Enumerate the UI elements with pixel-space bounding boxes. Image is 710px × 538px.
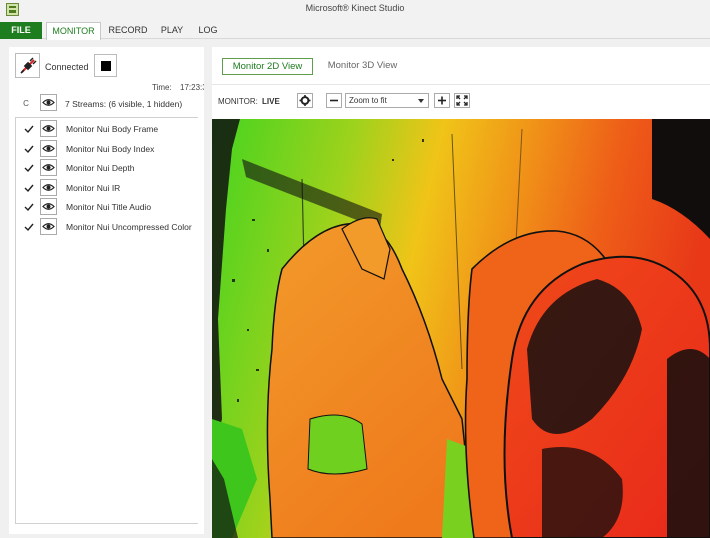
tab-monitor-3d-view[interactable]: Monitor 3D View bbox=[325, 58, 400, 75]
zoom-out-button[interactable] bbox=[326, 93, 342, 108]
stream-name: Monitor Nui Depth bbox=[66, 163, 135, 173]
stream-row[interactable]: Monitor Nui Body Frame bbox=[16, 119, 199, 139]
checkmark-icon[interactable] bbox=[24, 202, 34, 212]
stream-visibility-button[interactable] bbox=[40, 217, 57, 235]
eye-icon bbox=[42, 164, 55, 171]
stream-visibility-button[interactable] bbox=[40, 159, 57, 176]
toggle-all-visibility-button[interactable] bbox=[40, 94, 57, 111]
stream-name: Monitor Nui Uncompressed Color bbox=[66, 221, 192, 232]
divider bbox=[15, 523, 198, 524]
stream-row[interactable]: Monitor Nui Title Audio bbox=[16, 197, 199, 217]
stream-row[interactable]: Monitor Nui Body Index bbox=[16, 139, 199, 159]
connection-status: Connected bbox=[45, 62, 89, 72]
stream-row[interactable]: Monitor Nui IR bbox=[16, 178, 199, 198]
eye-icon bbox=[42, 99, 55, 106]
zoom-value: Zoom to fit bbox=[349, 96, 387, 105]
checkmark-icon[interactable] bbox=[24, 183, 34, 193]
zoom-select[interactable]: Zoom to fit bbox=[345, 93, 429, 108]
file-menu-button[interactable]: FILE bbox=[0, 22, 42, 39]
stream-visibility-button[interactable] bbox=[40, 178, 57, 196]
stream-row[interactable]: Monitor Nui Uncompressed Color bbox=[16, 217, 199, 237]
plus-icon bbox=[438, 96, 446, 105]
collapse-button[interactable]: C bbox=[19, 96, 33, 111]
eye-icon bbox=[42, 222, 55, 230]
time-label: Time: bbox=[152, 83, 172, 92]
tab-log[interactable]: LOG bbox=[194, 22, 222, 39]
monitor-view-panel: Monitor 2D View Monitor 3D View MONITOR:… bbox=[212, 47, 710, 538]
eye-icon bbox=[42, 183, 55, 191]
title-bar: Microsoft® Kinect Studio bbox=[0, 0, 710, 20]
stream-name: Monitor Nui IR bbox=[66, 182, 121, 193]
connect-button[interactable] bbox=[15, 53, 40, 78]
eye-icon bbox=[42, 125, 55, 132]
stream-name: Monitor Nui Title Audio bbox=[66, 202, 152, 212]
settings-button[interactable] bbox=[297, 93, 313, 108]
chevron-down-icon bbox=[418, 99, 424, 103]
stream-visibility-button[interactable] bbox=[40, 139, 57, 157]
stream-visibility-button[interactable] bbox=[40, 120, 57, 137]
stream-row[interactable]: Monitor Nui Depth bbox=[16, 158, 199, 178]
zoom-in-button[interactable] bbox=[434, 93, 450, 108]
stream-list: Monitor Nui Body Frame Monitor Nui Body I… bbox=[15, 118, 198, 523]
depth-frame bbox=[212, 119, 710, 538]
stream-name: Monitor Nui Body Index bbox=[66, 143, 155, 154]
monitor-label: MONITOR: bbox=[218, 97, 258, 106]
eye-icon bbox=[42, 203, 55, 210]
stop-icon bbox=[101, 61, 111, 71]
checkmark-icon[interactable] bbox=[24, 222, 34, 232]
streams-summary: 7 Streams: (6 visible, 1 hidden) bbox=[65, 99, 183, 109]
checkmark-icon[interactable] bbox=[24, 144, 34, 154]
fullscreen-button[interactable] bbox=[454, 93, 470, 108]
menu-bar: FILE MONITOR RECORD PLAY LOG bbox=[0, 20, 710, 40]
window-title: Microsoft® Kinect Studio bbox=[305, 3, 405, 13]
time-value: 17:23:38:50. bbox=[180, 83, 204, 92]
eye-icon bbox=[42, 144, 55, 152]
fullscreen-icon bbox=[456, 95, 468, 106]
checkmark-icon[interactable] bbox=[24, 163, 34, 173]
stop-button[interactable] bbox=[94, 54, 117, 77]
streams-panel: Connected Time: 17:23:38:50. C 7 Streams… bbox=[9, 47, 204, 534]
tab-play[interactable]: PLAY bbox=[156, 22, 188, 39]
divider bbox=[212, 84, 710, 85]
tab-monitor-2d-view[interactable]: Monitor 2D View bbox=[222, 58, 313, 75]
checkmark-icon[interactable] bbox=[24, 124, 34, 134]
stream-visibility-button[interactable] bbox=[40, 198, 57, 215]
depth-image-view[interactable] bbox=[212, 119, 710, 538]
minus-icon bbox=[330, 99, 338, 102]
gear-icon bbox=[299, 95, 311, 106]
live-status: LIVE bbox=[262, 97, 280, 106]
stream-name: Monitor Nui Body Frame bbox=[66, 124, 159, 134]
plug-icon bbox=[20, 57, 37, 74]
tab-record[interactable]: RECORD bbox=[106, 22, 150, 39]
tab-monitor[interactable]: MONITOR bbox=[46, 22, 101, 40]
